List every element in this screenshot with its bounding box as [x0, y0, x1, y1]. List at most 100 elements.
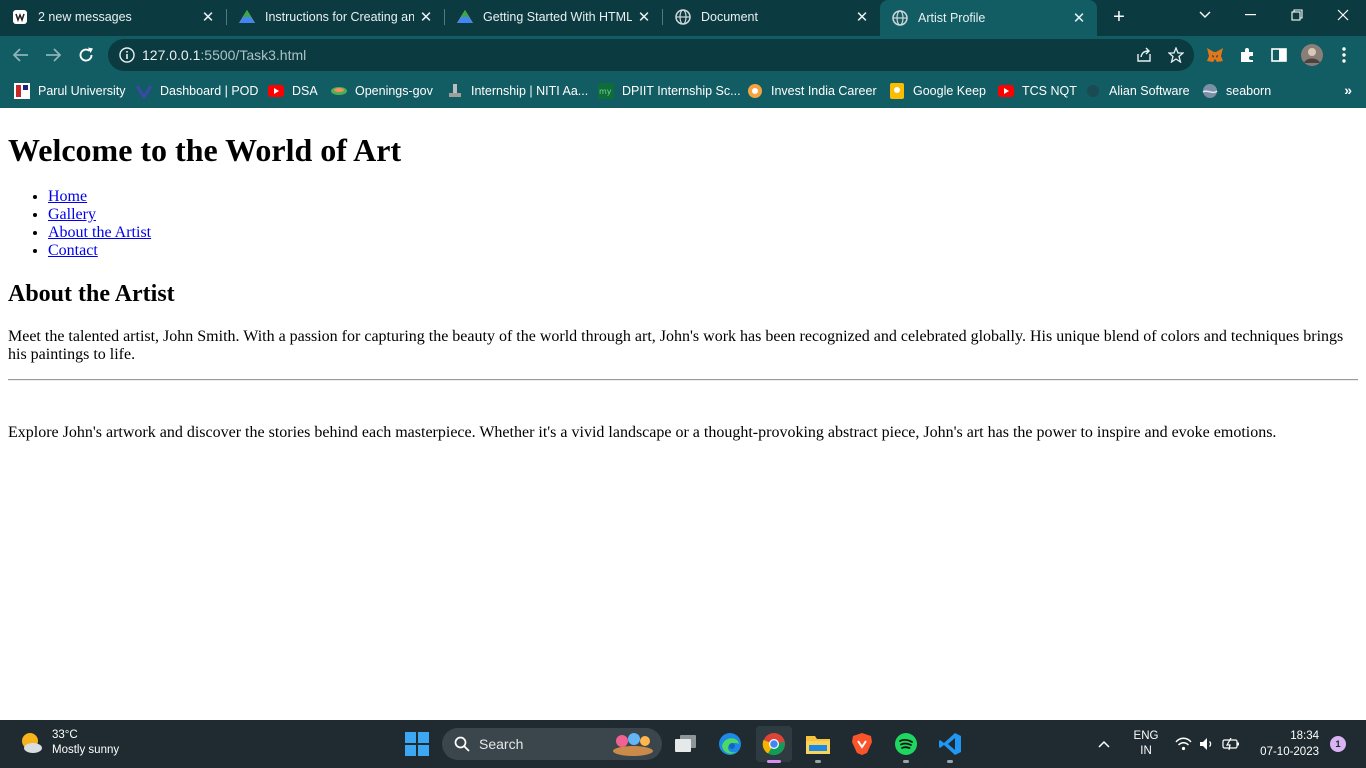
clock[interactable]: 18:34 07-10-2023	[1255, 720, 1319, 768]
bookmark-invest-india[interactable]: Invest India Career	[747, 81, 877, 101]
tab-messages[interactable]: 2 new messages ✕	[0, 0, 226, 33]
weather-temp: 33°C	[52, 729, 78, 741]
nav-link-home[interactable]: Home	[48, 188, 87, 205]
new-tab-button[interactable]: +	[1106, 4, 1132, 30]
wifi-icon[interactable]	[1175, 720, 1192, 768]
more-bookmarks-chevron-icon[interactable]: »	[1344, 82, 1352, 98]
lang-region: IN	[1140, 745, 1152, 757]
nav-item-about: About the Artist	[48, 224, 151, 242]
weather-desc: Mostly sunny	[52, 744, 120, 756]
invest-india-icon	[747, 83, 763, 99]
close-icon[interactable]: ✕	[632, 5, 656, 29]
file-explorer-icon[interactable]	[800, 726, 836, 763]
nav-link-contact[interactable]: Contact	[48, 242, 98, 259]
nav-link-gallery[interactable]: Gallery	[48, 206, 96, 223]
battery-charging-icon[interactable]	[1222, 720, 1240, 768]
close-icon[interactable]: ✕	[1067, 6, 1091, 30]
restore-button[interactable]	[1274, 0, 1320, 30]
chrome-icon[interactable]	[756, 726, 792, 763]
google-drive-icon	[457, 9, 473, 25]
seaborn-logo-icon	[1202, 83, 1218, 99]
clock-date: 07-10-2023	[1260, 746, 1319, 758]
taskbar-search[interactable]: Search	[442, 728, 662, 760]
running-indicator	[815, 760, 821, 763]
close-window-button[interactable]	[1320, 0, 1366, 30]
address-bar[interactable]: 127.0.0.1:5500/Task3.html	[108, 39, 1194, 71]
clock-time: 18:34	[1290, 730, 1319, 742]
close-icon[interactable]: ✕	[850, 5, 874, 29]
extensions-puzzle-icon[interactable]	[1236, 44, 1258, 66]
search-label: Search	[479, 736, 524, 752]
task-view-icon[interactable]	[668, 726, 704, 762]
brave-icon[interactable]	[844, 726, 880, 762]
search-icon	[454, 736, 470, 752]
bookmark-openings-gov[interactable]: Openings-gov	[331, 81, 433, 101]
page-title: Welcome to the World of Art	[8, 132, 402, 168]
bookmark-niti[interactable]: Internship | NITI Aa...	[447, 81, 588, 101]
bookmark-star-icon[interactable]	[1166, 45, 1186, 65]
bookmark-label: DPIIT Internship Sc...	[622, 84, 741, 98]
tab-search-chevron-icon[interactable]	[1182, 0, 1228, 30]
bookmark-dsa[interactable]: DSA	[268, 81, 318, 101]
show-hidden-icons-chevron-icon[interactable]	[1098, 720, 1110, 768]
minimize-button[interactable]	[1228, 0, 1274, 30]
youtube-icon	[268, 83, 284, 99]
profile-avatar[interactable]	[1301, 44, 1323, 66]
tab-title: Artist Profile	[918, 11, 986, 25]
language-indicator[interactable]: ENG IN	[1133, 720, 1159, 768]
running-indicator	[947, 760, 953, 763]
bookmark-label: Dashboard | POD	[160, 84, 259, 98]
partly-sunny-icon	[22, 733, 42, 753]
volume-icon[interactable]	[1199, 720, 1215, 768]
back-arrow-icon[interactable]	[8, 42, 34, 68]
tab-artist-profile[interactable]: Artist Profile ✕	[880, 0, 1097, 36]
reload-icon[interactable]	[73, 42, 99, 68]
tab-document[interactable]: Document ✕	[663, 0, 880, 33]
metamask-extension-icon[interactable]	[1204, 44, 1226, 66]
tab-title: Document	[701, 9, 758, 24]
bookmark-label: Parul University	[38, 84, 126, 98]
bookmark-label: seaborn	[1226, 84, 1272, 98]
url-host: 127.0.0.1	[142, 47, 201, 63]
close-icon[interactable]: ✕	[196, 5, 220, 29]
lang-code: ENG	[1133, 730, 1159, 742]
bookmarks-bar: Parul University Dashboard | POD DSA Ope…	[0, 74, 1366, 108]
nav-item-home: Home	[48, 188, 151, 206]
mygov-logo-icon: my	[598, 83, 614, 99]
nav-link-about[interactable]: About the Artist	[48, 224, 151, 241]
start-button[interactable]	[399, 726, 435, 762]
close-icon[interactable]: ✕	[414, 5, 438, 29]
nav-item-gallery: Gallery	[48, 206, 151, 224]
notification-center[interactable]: 1	[1330, 720, 1346, 768]
bookmark-dashboard-pod[interactable]: Dashboard | POD	[136, 81, 258, 101]
bookmark-label: Alian Software	[1109, 84, 1190, 98]
taskbar: 33°C Mostly sunny Search ENG IN 18:34 07…	[0, 720, 1366, 768]
vscode-icon[interactable]	[932, 726, 968, 763]
google-drive-icon	[239, 9, 255, 25]
bookmark-label: Invest India Career	[771, 84, 877, 98]
bookmark-label: TCS NQT	[1022, 84, 1077, 98]
site-info-icon[interactable]	[118, 46, 136, 64]
running-indicator	[767, 760, 781, 763]
gov-logo-icon	[331, 83, 347, 99]
bookmark-label: Google Keep	[913, 84, 986, 98]
bookmark-dpiit[interactable]: my DPIIT Internship Sc...	[598, 81, 741, 101]
bookmark-tcs-nqt[interactable]: TCS NQT	[998, 81, 1077, 101]
bookmark-label: Openings-gov	[355, 84, 433, 98]
bookmark-seaborn[interactable]: seaborn	[1202, 81, 1271, 101]
bookmark-alian-software[interactable]: Alian Software	[1085, 81, 1190, 101]
tab-instructions[interactable]: Instructions for Creating and ✕	[227, 0, 444, 33]
bookmark-label: Internship | NITI Aa...	[471, 84, 589, 98]
tab-getting-started[interactable]: Getting Started With HTML.p ✕	[445, 0, 662, 33]
svg-text:my: my	[599, 87, 612, 96]
forward-arrow-icon[interactable]	[40, 42, 66, 68]
menu-kebab-icon[interactable]	[1333, 44, 1355, 66]
share-icon[interactable]	[1134, 45, 1154, 65]
edge-icon[interactable]	[712, 726, 748, 762]
bookmark-parul-university[interactable]: Parul University	[14, 81, 126, 101]
tab-title: Instructions for Creating and	[265, 9, 414, 24]
weather-widget[interactable]: 33°C Mostly sunny	[18, 728, 119, 758]
side-panel-icon[interactable]	[1268, 44, 1290, 66]
spotify-icon[interactable]	[888, 726, 924, 763]
bookmark-google-keep[interactable]: Google Keep	[889, 81, 986, 101]
